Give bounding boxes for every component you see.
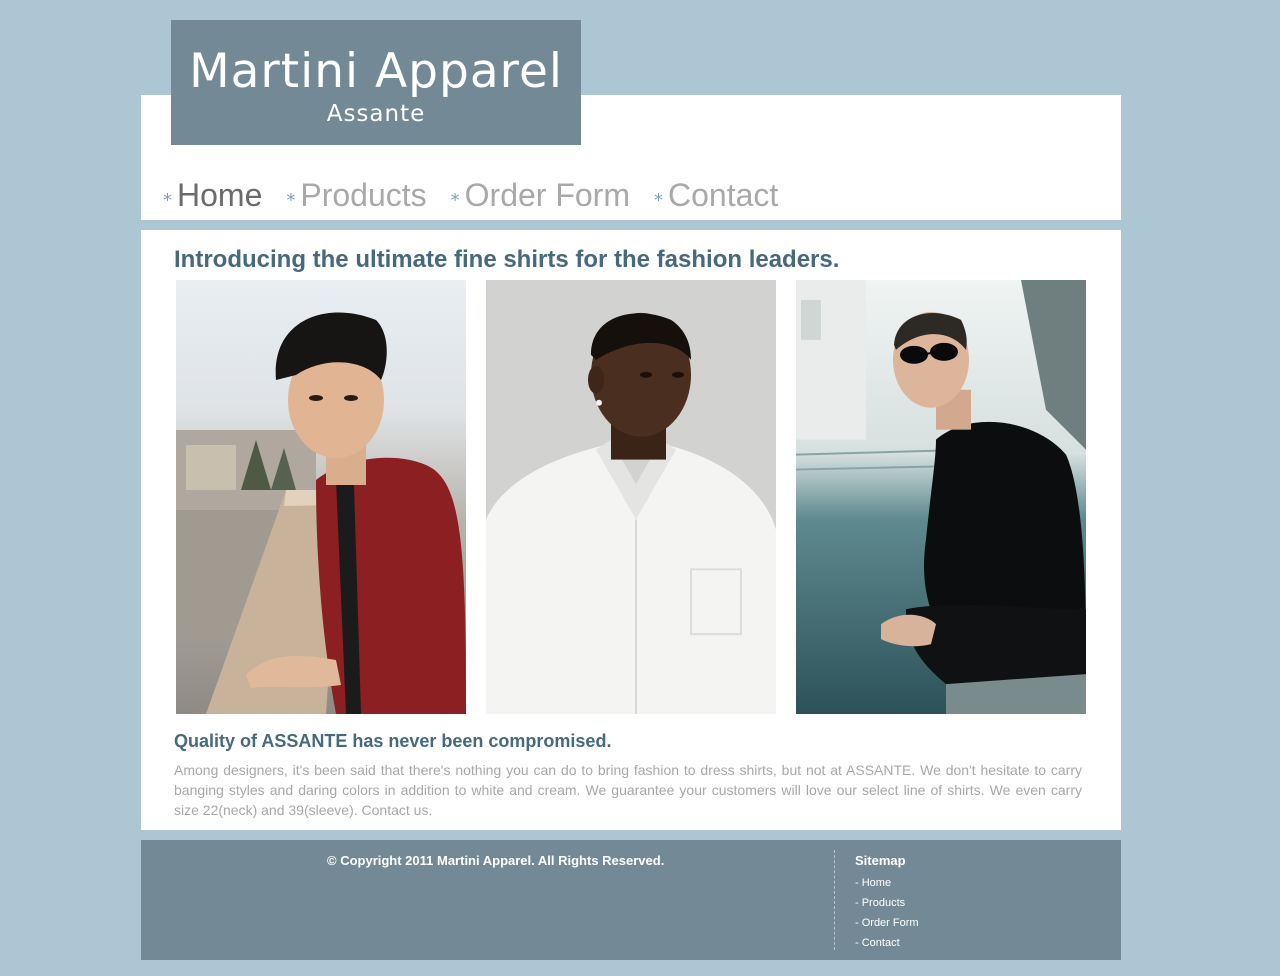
- asterisk-icon: *: [653, 189, 663, 211]
- site-logo[interactable]: Martini Apparel Assante: [171, 20, 581, 145]
- nav-item-contact[interactable]: * Contact: [654, 175, 778, 215]
- footer-divider: [834, 850, 835, 950]
- main-content: Introducing the ultimate fine shirts for…: [141, 230, 1121, 830]
- footer: © Copyright 2011 Martini Apparel. All Ri…: [141, 840, 1121, 960]
- logo-title: Martini Apparel: [189, 44, 563, 99]
- sitemap: Sitemap - Home - Products - Order Form -…: [855, 853, 919, 953]
- model-white-shirt-photo: [486, 280, 776, 715]
- nav-label: Contact: [667, 177, 779, 213]
- sitemap-title: Sitemap: [855, 853, 906, 868]
- model-black-shirt-photo: [796, 280, 1086, 715]
- sitemap-link-home[interactable]: - Home: [855, 873, 919, 893]
- intro-heading: Introducing the ultimate fine shirts for…: [174, 246, 840, 273]
- main-nav: * Home * Products * Order Form * Contact: [163, 174, 802, 216]
- asterisk-icon: *: [450, 189, 460, 211]
- quality-heading: Quality of ASSANTE has never been compro…: [174, 731, 612, 751]
- copyright-text: © Copyright 2011 Martini Apparel. All Ri…: [327, 853, 665, 868]
- nav-label: Products: [300, 177, 427, 213]
- asterisk-icon: *: [163, 189, 172, 211]
- model-red-shirt-photo: [176, 280, 466, 714]
- body-paragraph: Among designers, it's been said that the…: [174, 762, 1082, 818]
- sitemap-link-order-form[interactable]: - Order Form: [855, 913, 919, 933]
- sitemap-link-products[interactable]: - Products: [855, 893, 919, 913]
- asterisk-icon: *: [286, 189, 296, 211]
- nav-label: Home: [177, 177, 263, 213]
- sitemap-link-contact[interactable]: - Contact: [855, 933, 919, 953]
- logo-subtitle: Assante: [326, 101, 426, 127]
- nav-item-order-form[interactable]: * Order Form: [451, 175, 630, 215]
- nav-label: Order Form: [464, 177, 630, 213]
- nav-item-products[interactable]: * Products: [286, 175, 426, 215]
- nav-item-home[interactable]: * Home: [163, 175, 262, 215]
